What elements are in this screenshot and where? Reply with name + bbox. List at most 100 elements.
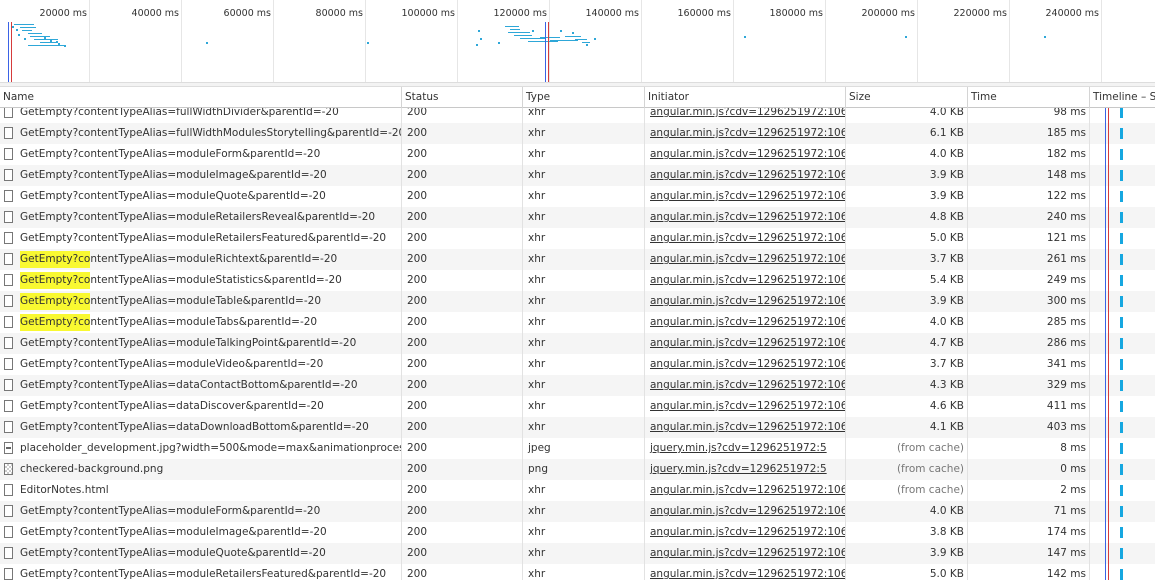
network-request-list[interactable]: GetEmpty?contentTypeAlias=fullWidthDivid… bbox=[0, 108, 1155, 580]
network-request-row[interactable]: GetEmpty?contentTypeAlias=dataDiscover&p… bbox=[0, 396, 1155, 417]
column-header-time[interactable]: Time bbox=[968, 87, 1090, 108]
request-name-cell[interactable]: GetEmpty?contentTypeAlias=moduleRetailer… bbox=[0, 228, 402, 249]
initiator-link[interactable]: angular.min.js?cdv=1296251972:106 bbox=[645, 270, 846, 291]
initiator-link[interactable]: angular.min.js?cdv=1296251972:106 bbox=[645, 228, 846, 249]
network-request-row[interactable]: GetEmpty?contentTypeAlias=moduleStatisti… bbox=[0, 270, 1155, 291]
dom-content-loaded-marker bbox=[8, 22, 9, 82]
timeline-waterfall-bar bbox=[1120, 108, 1123, 118]
initiator-link[interactable]: angular.min.js?cdv=1296251972:106 bbox=[645, 312, 846, 333]
size-cell: (from cache) bbox=[846, 480, 968, 501]
network-request-row[interactable]: GetEmpty?contentTypeAlias=moduleRetailer… bbox=[0, 207, 1155, 228]
network-request-row[interactable]: placeholder_development.jpg?width=500&mo… bbox=[0, 438, 1155, 459]
request-name-cell[interactable]: GetEmpty?contentTypeAlias=moduleRetailer… bbox=[0, 207, 402, 228]
timeline-overview[interactable]: 20000 ms 40000 ms 60000 ms 80000 ms 100000 m… bbox=[0, 0, 1155, 86]
timeline-waterfall-bar bbox=[1120, 317, 1123, 328]
column-header-size[interactable]: Size bbox=[846, 87, 968, 108]
timeline-cell bbox=[1090, 186, 1155, 207]
request-name-cell[interactable]: GetEmpty?contentTypeAlias=fullWidthModul… bbox=[0, 123, 402, 144]
request-name-cell[interactable]: GetEmpty?contentTypeAlias=moduleTabs&par… bbox=[0, 312, 402, 333]
column-header-name[interactable]: Name bbox=[0, 87, 402, 108]
initiator-link[interactable]: angular.min.js?cdv=1296251972:106 bbox=[645, 543, 846, 564]
document-file-icon bbox=[4, 148, 13, 160]
initiator-link[interactable]: angular.min.js?cdv=1296251972:106 bbox=[645, 207, 846, 228]
request-name-cell[interactable]: GetEmpty?contentTypeAlias=moduleQuote&pa… bbox=[0, 543, 402, 564]
network-request-row[interactable]: GetEmpty?contentTypeAlias=moduleRetailer… bbox=[0, 228, 1155, 249]
overview-request-mark bbox=[64, 45, 66, 47]
initiator-link[interactable]: angular.min.js?cdv=1296251972:106 bbox=[645, 291, 846, 312]
initiator-link[interactable]: angular.min.js?cdv=1296251972:106 bbox=[645, 396, 846, 417]
request-name-cell[interactable]: GetEmpty?contentTypeAlias=moduleTable&pa… bbox=[0, 291, 402, 312]
document-file-icon bbox=[4, 337, 13, 349]
initiator-link[interactable]: angular.min.js?cdv=1296251972:106 bbox=[645, 144, 846, 165]
initiator-link[interactable]: angular.min.js?cdv=1296251972:106 bbox=[645, 354, 846, 375]
request-name-cell[interactable]: GetEmpty?contentTypeAlias=moduleRetailer… bbox=[0, 564, 402, 580]
request-name-text: GetEmpty?contentTypeAlias=moduleRetailer… bbox=[20, 211, 376, 223]
type-cell: xhr bbox=[523, 375, 645, 396]
column-header-initiator[interactable]: Initiator bbox=[645, 87, 846, 108]
column-header-status[interactable]: Status bbox=[402, 87, 523, 108]
timeline-cell bbox=[1090, 312, 1155, 333]
request-name-cell[interactable]: GetEmpty?contentTypeAlias=dataContactBot… bbox=[0, 375, 402, 396]
network-request-row[interactable]: GetEmpty?contentTypeAlias=moduleImage&pa… bbox=[0, 165, 1155, 186]
document-file-icon bbox=[4, 127, 13, 139]
network-request-row[interactable]: GetEmpty?contentTypeAlias=moduleTalkingP… bbox=[0, 333, 1155, 354]
timeline-cell bbox=[1090, 480, 1155, 501]
request-name-cell[interactable]: GetEmpty?contentTypeAlias=moduleVideo&pa… bbox=[0, 354, 402, 375]
request-name-cell[interactable]: checkered-background.png bbox=[0, 459, 402, 480]
request-name-text: placeholder_development.jpg?width=500&mo… bbox=[20, 442, 402, 454]
network-request-row[interactable]: EditorNotes.html 200 xhr angular.min.js?cdv… bbox=[0, 480, 1155, 501]
size-cell: 3.9 KB bbox=[846, 165, 968, 186]
network-request-row[interactable]: GetEmpty?contentTypeAlias=moduleRichtext… bbox=[0, 249, 1155, 270]
initiator-link[interactable]: angular.min.js?cdv=1296251972:106 bbox=[645, 108, 846, 123]
initiator-link[interactable]: angular.min.js?cdv=1296251972:106 bbox=[645, 165, 846, 186]
network-request-row[interactable]: GetEmpty?contentTypeAlias=moduleQuote&pa… bbox=[0, 186, 1155, 207]
request-name-cell[interactable]: GetEmpty?contentTypeAlias=moduleRichtext… bbox=[0, 249, 402, 270]
network-request-row[interactable]: GetEmpty?contentTypeAlias=moduleVideo&pa… bbox=[0, 354, 1155, 375]
status-cell: 200 bbox=[402, 186, 523, 207]
request-name-cell[interactable]: GetEmpty?contentTypeAlias=dataDiscover&p… bbox=[0, 396, 402, 417]
initiator-link[interactable]: angular.min.js?cdv=1296251972:106 bbox=[645, 123, 846, 144]
document-file-icon bbox=[4, 316, 13, 328]
network-request-row[interactable]: GetEmpty?contentTypeAlias=moduleImage&pa… bbox=[0, 522, 1155, 543]
document-file-icon bbox=[4, 274, 13, 286]
column-header-type[interactable]: Type bbox=[523, 87, 645, 108]
initiator-link[interactable]: jquery.min.js?cdv=1296251972:5 bbox=[645, 459, 846, 480]
request-name-cell[interactable]: GetEmpty?contentTypeAlias=moduleTalkingP… bbox=[0, 333, 402, 354]
network-request-row[interactable]: GetEmpty?contentTypeAlias=moduleTabs&par… bbox=[0, 312, 1155, 333]
size-cell: 4.1 KB bbox=[846, 417, 968, 438]
initiator-link[interactable]: angular.min.js?cdv=1296251972:106 bbox=[645, 186, 846, 207]
network-request-row[interactable]: GetEmpty?contentTypeAlias=moduleQuote&pa… bbox=[0, 543, 1155, 564]
initiator-link[interactable]: angular.min.js?cdv=1296251972:106 bbox=[645, 501, 846, 522]
initiator-link[interactable]: angular.min.js?cdv=1296251972:106 bbox=[645, 417, 846, 438]
request-name-cell[interactable]: GetEmpty?contentTypeAlias=dataDownloadBo… bbox=[0, 417, 402, 438]
time-cell: 185 ms bbox=[968, 123, 1090, 144]
request-name-cell[interactable]: GetEmpty?contentTypeAlias=moduleQuote&pa… bbox=[0, 186, 402, 207]
initiator-link[interactable]: angular.min.js?cdv=1296251972:106 bbox=[645, 249, 846, 270]
request-name-cell[interactable]: EditorNotes.html bbox=[0, 480, 402, 501]
initiator-link[interactable]: angular.min.js?cdv=1296251972:106 bbox=[645, 480, 846, 501]
initiator-link[interactable]: angular.min.js?cdv=1296251972:106 bbox=[645, 522, 846, 543]
overview-tick-label: 20000 ms bbox=[39, 8, 87, 19]
request-name-cell[interactable]: GetEmpty?contentTypeAlias=moduleImage&pa… bbox=[0, 522, 402, 543]
network-request-row[interactable]: GetEmpty?contentTypeAlias=moduleForm&par… bbox=[0, 501, 1155, 522]
network-request-row[interactable]: GetEmpty?contentTypeAlias=fullWidthModul… bbox=[0, 123, 1155, 144]
request-name-cell[interactable]: GetEmpty?contentTypeAlias=moduleStatisti… bbox=[0, 270, 402, 291]
network-request-row[interactable]: GetEmpty?contentTypeAlias=moduleTable&pa… bbox=[0, 291, 1155, 312]
column-header-timeline[interactable]: Timeline – St bbox=[1090, 87, 1155, 108]
request-name-cell[interactable]: GetEmpty?contentTypeAlias=fullWidthDivid… bbox=[0, 108, 402, 123]
size-cell: 3.9 KB bbox=[846, 543, 968, 564]
initiator-link[interactable]: angular.min.js?cdv=1296251972:106 bbox=[645, 564, 846, 580]
request-name-cell[interactable]: GetEmpty?contentTypeAlias=moduleForm&par… bbox=[0, 144, 402, 165]
initiator-link[interactable]: angular.min.js?cdv=1296251972:106 bbox=[645, 375, 846, 396]
request-name-cell[interactable]: placeholder_development.jpg?width=500&mo… bbox=[0, 438, 402, 459]
network-request-row[interactable]: GetEmpty?contentTypeAlias=moduleRetailer… bbox=[0, 564, 1155, 580]
network-request-row[interactable]: checkered-background.png 200 png jquery.min… bbox=[0, 459, 1155, 480]
request-name-cell[interactable]: GetEmpty?contentTypeAlias=moduleForm&par… bbox=[0, 501, 402, 522]
network-request-row[interactable]: GetEmpty?contentTypeAlias=dataContactBot… bbox=[0, 375, 1155, 396]
network-request-row[interactable]: GetEmpty?contentTypeAlias=moduleForm&par… bbox=[0, 144, 1155, 165]
request-name-cell[interactable]: GetEmpty?contentTypeAlias=moduleImage&pa… bbox=[0, 165, 402, 186]
network-request-row[interactable]: GetEmpty?contentTypeAlias=dataDownloadBo… bbox=[0, 417, 1155, 438]
initiator-link[interactable]: jquery.min.js?cdv=1296251972:5 bbox=[645, 438, 846, 459]
initiator-link[interactable]: angular.min.js?cdv=1296251972:106 bbox=[645, 333, 846, 354]
network-request-row[interactable]: GetEmpty?contentTypeAlias=fullWidthDivid… bbox=[0, 108, 1155, 123]
